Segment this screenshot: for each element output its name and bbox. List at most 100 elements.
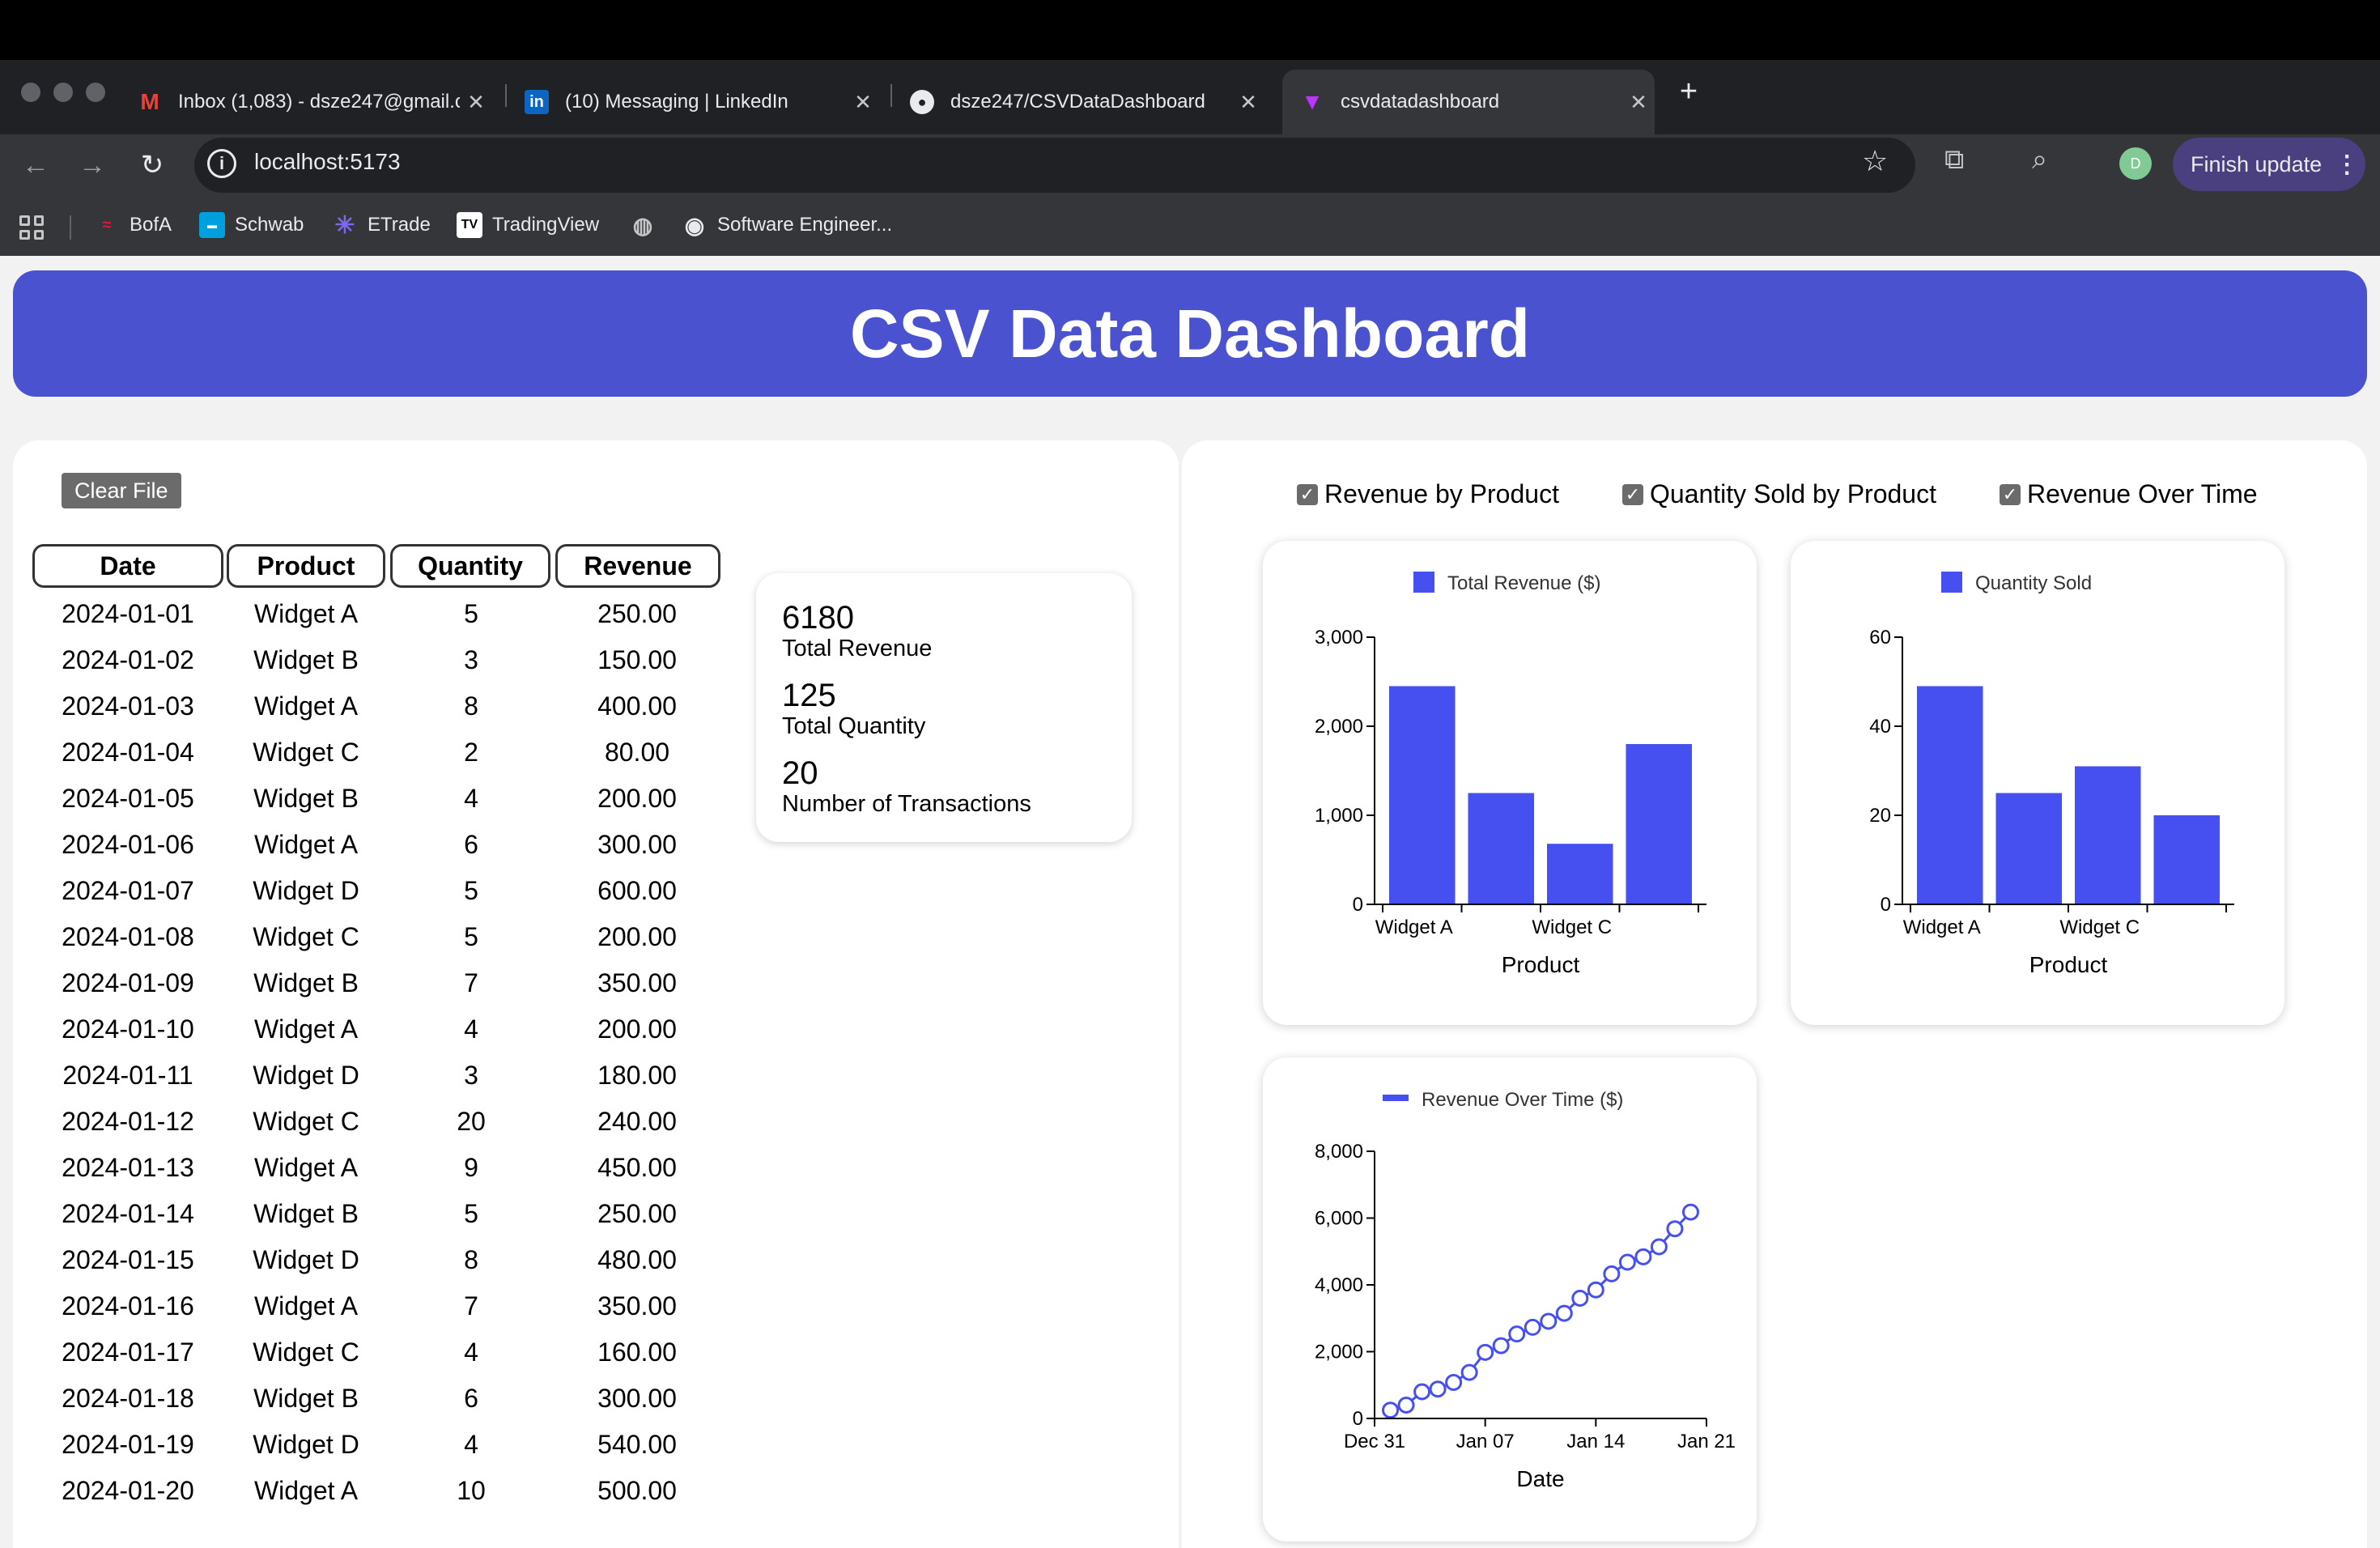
- column-header-quantity[interactable]: Quantity: [390, 544, 550, 588]
- cell-quantity: 8: [464, 1245, 478, 1274]
- bookmark-bofa[interactable]: ≈ BofA: [94, 212, 172, 238]
- bookmark-label: TradingView: [492, 214, 600, 236]
- cell-revenue: 80.00: [604, 738, 670, 767]
- forward-arrow-icon[interactable]: →: [70, 142, 115, 188]
- cell-revenue: 350.00: [597, 1291, 677, 1320]
- address-bar[interactable]: [194, 138, 1915, 193]
- reload-icon[interactable]: ↻: [130, 142, 175, 188]
- cell-date: 2024-01-14: [62, 1199, 194, 1228]
- window-close-button[interactable]: [21, 83, 40, 102]
- close-icon[interactable]: ✕: [1622, 90, 1655, 115]
- back-arrow-icon[interactable]: ←: [13, 142, 58, 188]
- profile-avatar[interactable]: D: [2119, 147, 2152, 180]
- data-point: [1397, 1397, 1415, 1414]
- checkbox-checked-icon[interactable]: ✓: [1297, 483, 1318, 505]
- x-tick-label: Widget C: [1532, 916, 1612, 938]
- toggle-quantity-sold-by-product[interactable]: ✓ Quantity Sold by Product: [1622, 479, 1936, 509]
- site-info-icon[interactable]: i: [207, 149, 236, 178]
- cell-quantity: 4: [464, 1337, 478, 1367]
- close-icon[interactable]: ✕: [847, 90, 879, 115]
- bookmark-label: Schwab: [235, 214, 304, 236]
- data-point: [1540, 1312, 1558, 1330]
- cell-product: Widget D: [253, 1061, 359, 1090]
- tab-linkedin[interactable]: in (10) Messaging | LinkedIn ✕: [507, 70, 879, 134]
- bookmark-label: ETrade: [368, 214, 431, 236]
- tab-search-icon[interactable]: ⌕: [2032, 144, 2047, 176]
- clear-file-button[interactable]: Clear File: [62, 473, 181, 508]
- data-point: [1681, 1203, 1699, 1221]
- openai-icon: ◉: [684, 212, 705, 238]
- column-header-revenue[interactable]: Revenue: [555, 544, 720, 588]
- column-header-product[interactable]: Product: [227, 544, 385, 588]
- table-row: 2024-01-12 Widget C 20 240.00: [32, 1100, 720, 1146]
- tab-gmail[interactable]: M Inbox (1,083) - dsze247@gmail.com ✕: [120, 70, 492, 134]
- cell-revenue: 400.00: [597, 691, 677, 721]
- cell-product: Widget A: [253, 1014, 359, 1044]
- cell-revenue: 250.00: [597, 1199, 677, 1228]
- revenue-over-time-chart: Revenue Over Time ($) 0 2,000 4,000 6,000 8,0…: [1315, 1089, 1736, 1491]
- cell-date: 2024-01-04: [62, 738, 194, 767]
- quantity-sold-chart: Quantity Sold 0 20 40 60 Widget A Widget C Prod…: [1869, 572, 2234, 977]
- cell-revenue: 300.00: [597, 1384, 677, 1413]
- bookmarks-divider: [70, 215, 71, 240]
- cell-date: 2024-01-20: [62, 1476, 194, 1505]
- cell-date: 2024-01-09: [62, 968, 194, 997]
- total-revenue-label: Total Revenue: [782, 636, 933, 661]
- cell-date: 2024-01-10: [62, 1014, 194, 1044]
- apps-grid-icon[interactable]: [19, 215, 44, 240]
- bar: [1468, 793, 1534, 904]
- close-icon[interactable]: ✕: [1232, 90, 1264, 115]
- cell-quantity: 5: [464, 876, 478, 905]
- window-zoom-button[interactable]: [86, 83, 105, 102]
- data-point: [1413, 1383, 1431, 1401]
- cell-product: Widget A: [253, 1153, 359, 1182]
- toggle-revenue-over-time[interactable]: ✓ Revenue Over Time: [2000, 479, 2258, 509]
- bookmark-star-icon[interactable]: ☆: [1862, 144, 1888, 178]
- cell-quantity: 6: [464, 830, 478, 859]
- table-row: 2024-01-03 Widget A 8 400.00: [32, 685, 720, 731]
- table-row: 2024-01-01 Widget A 5 250.00: [32, 593, 720, 639]
- column-header-date[interactable]: Date: [32, 544, 223, 588]
- checkbox-checked-icon[interactable]: ✓: [1622, 483, 1643, 505]
- bookmark-tradingview[interactable]: TV TradingView: [457, 212, 599, 238]
- extensions-icon[interactable]: ⧉: [1944, 144, 1964, 176]
- tab-csvdatadashboard[interactable]: ▼ csvdatadashboard ✕: [1282, 70, 1655, 134]
- bookmark-software-engineer[interactable]: ◉ Software Engineer...: [682, 212, 892, 238]
- cell-product: Widget B: [253, 1199, 359, 1228]
- cell-date: 2024-01-03: [62, 691, 194, 721]
- cell-quantity: 6: [464, 1384, 478, 1413]
- y-tick-label: 2,000: [1315, 716, 1363, 738]
- window-minimize-button[interactable]: [53, 83, 73, 102]
- tab-title: (10) Messaging | LinkedIn: [565, 91, 788, 113]
- cell-revenue: 480.00: [597, 1245, 677, 1274]
- data-point: [1508, 1325, 1526, 1343]
- tab-github[interactable]: ● dsze247/CSVDataDashboard ✕: [892, 70, 1264, 134]
- legend-label: Total Revenue ($): [1447, 572, 1600, 594]
- bookmark-etrade[interactable]: ✳ ETrade: [332, 212, 431, 239]
- bookmark-schwab[interactable]: ▬ Schwab: [199, 212, 304, 238]
- checkbox-checked-icon[interactable]: ✓: [2000, 483, 2021, 505]
- url-text[interactable]: localhost:5173: [254, 149, 401, 175]
- cell-date: 2024-01-11: [62, 1061, 193, 1090]
- cell-product: Widget A: [253, 1291, 359, 1320]
- new-tab-button[interactable]: +: [1672, 74, 1705, 109]
- cell-date: 2024-01-06: [62, 830, 194, 859]
- cell-quantity: 9: [464, 1153, 478, 1182]
- cell-revenue: 540.00: [597, 1430, 677, 1459]
- cell-quantity: 7: [464, 1291, 478, 1320]
- cell-date: 2024-01-16: [62, 1291, 194, 1320]
- finish-update-button[interactable]: Finish update ⋮: [2173, 138, 2365, 191]
- close-icon[interactable]: ✕: [460, 90, 492, 115]
- more-vert-icon: ⋮: [2335, 151, 2360, 178]
- y-tick-label: 1,000: [1315, 805, 1363, 827]
- table-row: 2024-01-19 Widget D 4 540.00: [32, 1423, 720, 1469]
- cell-date: 2024-01-02: [62, 645, 194, 674]
- total-quantity-label: Total Quantity: [782, 713, 926, 739]
- cell-revenue: 450.00: [597, 1153, 677, 1182]
- bookmark-web[interactable]: ◍: [630, 212, 665, 238]
- cell-quantity: 8: [464, 691, 478, 721]
- cell-revenue: 350.00: [597, 968, 677, 997]
- table-row: 2024-01-16 Widget A 7 350.00: [32, 1285, 720, 1331]
- dashboard-header: CSV Data Dashboard: [13, 270, 2367, 397]
- toggle-revenue-by-product[interactable]: ✓ Revenue by Product: [1297, 479, 1559, 509]
